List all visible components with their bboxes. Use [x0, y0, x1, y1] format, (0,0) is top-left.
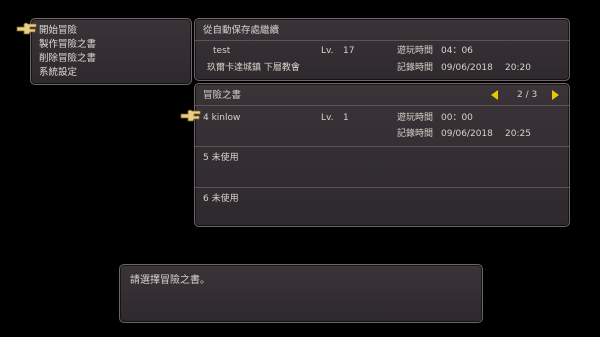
- autosave-panel[interactable]: 從自動保存處繼續 test Lv. 17 遊玩時間 04：06 玖爾卡達城鎮 下…: [194, 18, 570, 81]
- arrow-right-icon[interactable]: [552, 90, 560, 100]
- menu-item-start[interactable]: 開始冒險: [39, 25, 77, 37]
- hand-pointer-icon: [16, 22, 37, 35]
- autosave-record-date: 09/06/2018: [441, 63, 493, 73]
- arrow-left-icon[interactable]: [491, 90, 499, 100]
- slot-4-record-label: 記錄時間: [397, 129, 434, 139]
- slot-4-level-label: Lv.: [321, 113, 334, 123]
- slot-4-level: 1: [343, 113, 349, 123]
- slot-6-label: 6 未使用: [203, 194, 239, 204]
- message-text: 請選擇冒險之書。: [130, 275, 210, 286]
- save-slot-5[interactable]: 5 未使用: [195, 147, 569, 187]
- slot-4-playtime: 00：00: [441, 113, 473, 123]
- books-title: 冒險之書: [203, 90, 242, 101]
- autosave-location: 玖爾卡達城鎮 下層教會: [207, 63, 300, 73]
- slot-4-record-time: 20:25: [505, 129, 531, 139]
- save-slot-4[interactable]: 4 kinlow Lv. 1 遊玩時間 00：00 記錄時間 09/06/201…: [195, 106, 569, 146]
- menu-item-delete[interactable]: 削除冒險之書: [39, 53, 96, 65]
- save-slot-6[interactable]: 6 未使用: [195, 188, 569, 226]
- page-indicator: 2 / 3: [517, 90, 538, 100]
- autosave-record-time: 20:20: [505, 63, 531, 73]
- autosave-playtime: 04：06: [441, 46, 473, 56]
- autosave-playtime-label: 遊玩時間: [397, 46, 434, 56]
- menu-item-create[interactable]: 製作冒險之書: [39, 39, 96, 51]
- hand-pointer-icon: [180, 109, 201, 122]
- slot-4-record-date: 09/06/2018: [441, 129, 493, 139]
- save-slots-panel: 冒險之書 2 / 3 4 kinlow Lv. 1 遊玩時間 00：00 記錄時…: [194, 83, 570, 227]
- slot-4-label: 4 kinlow: [203, 113, 241, 123]
- slot-5-label: 5 未使用: [203, 153, 239, 163]
- autosave-level-label: Lv.: [321, 46, 334, 56]
- autosave-record-label: 記錄時間: [397, 63, 434, 73]
- main-menu-panel: 開始冒險 製作冒險之書 削除冒險之書 系統設定: [30, 18, 192, 85]
- divider: [195, 40, 569, 41]
- slot-4-playtime-label: 遊玩時間: [397, 113, 434, 123]
- message-box: 請選擇冒險之書。: [119, 264, 483, 323]
- menu-item-settings[interactable]: 系統設定: [39, 67, 77, 79]
- autosave-level: 17: [343, 46, 355, 56]
- autosave-title: 從自動保存處繼續: [203, 25, 280, 36]
- autosave-name: test: [213, 46, 231, 56]
